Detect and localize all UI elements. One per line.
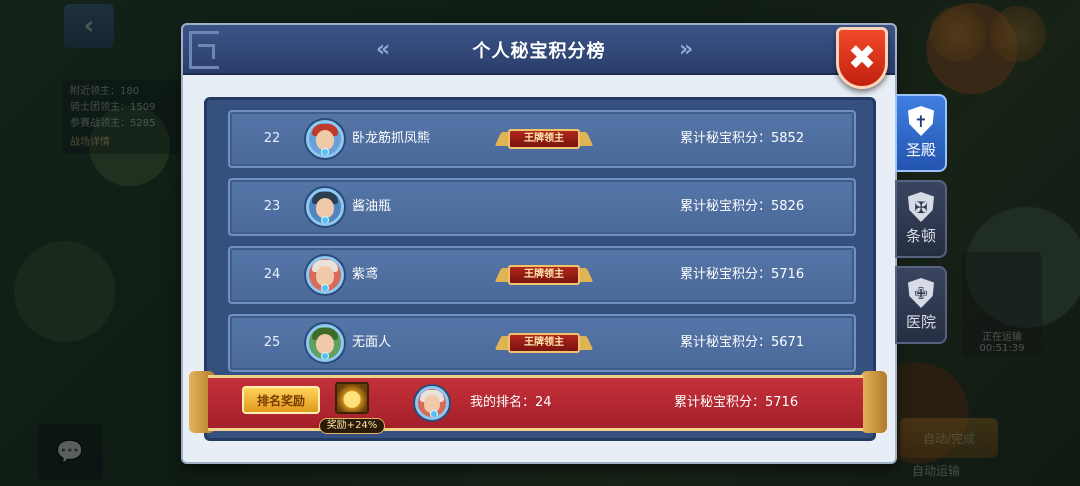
- ranking-row[interactable]: 23 酱油瓶 累计秘宝积分：5826: [228, 178, 856, 236]
- avatar-face: [316, 266, 334, 286]
- avatar-level-badge-icon: [321, 148, 329, 155]
- next-page-arrow-icon[interactable]: »: [679, 37, 693, 62]
- avatar-face: [316, 198, 334, 218]
- teutonic-shield-icon: ✠: [908, 192, 934, 222]
- tab-teutonic[interactable]: ✠ 条顿: [895, 180, 947, 258]
- rank-number: 23: [263, 199, 281, 214]
- rank-number: 25: [263, 335, 281, 350]
- player-name: 酱油瓶: [352, 199, 392, 214]
- player-avatar[interactable]: [306, 324, 344, 362]
- ranking-reward-label: 排名奖励: [256, 393, 305, 408]
- avatar-level-badge-icon: [321, 284, 329, 291]
- avatar-face: [316, 130, 334, 150]
- badge-label: 王牌领主: [508, 333, 580, 353]
- tab-hospitaller[interactable]: ✙ 医院: [895, 266, 947, 344]
- ace-lord-badge: 王牌领主: [494, 332, 594, 354]
- avatar-face: [316, 334, 334, 354]
- player-score: 累计秘宝积分：5671: [680, 335, 805, 350]
- tab-glyph: ✙: [914, 283, 928, 303]
- player-name: 紫鸢: [352, 267, 379, 282]
- reward-bonus: 奖励+24%: [319, 418, 385, 434]
- avatar-level-badge-icon: [321, 352, 329, 359]
- tab-glyph: ✝: [914, 111, 928, 131]
- ribbon-scroll-end: [861, 371, 887, 433]
- tab-glyph: ✠: [914, 197, 928, 217]
- treasure-chest-icon[interactable]: [335, 382, 369, 414]
- player-avatar[interactable]: [306, 120, 344, 158]
- ranking-row[interactable]: 25 无面人 王牌领主 累计秘宝积分：5671: [228, 314, 856, 372]
- tab-label: 圣殿: [905, 141, 936, 159]
- player-name: 卧龙筋抓凤熊: [352, 131, 431, 146]
- rank-number: 22: [263, 131, 281, 146]
- hospitaller-shield-icon: ✙: [908, 278, 934, 308]
- player-score: 累计秘宝积分：5852: [680, 131, 805, 146]
- badge-label: 王牌领主: [508, 129, 580, 149]
- avatar-level-badge-icon: [430, 410, 438, 417]
- badge-label: 王牌领主: [508, 265, 580, 285]
- avatar-level-badge-icon: [321, 216, 329, 223]
- panel-header: « 个人秘宝积分榜 »: [183, 25, 895, 75]
- ranking-reward-button[interactable]: 排名奖励: [242, 386, 320, 414]
- player-avatar[interactable]: [306, 256, 344, 294]
- player-score: 累计秘宝积分：5826: [680, 199, 805, 214]
- tab-templar[interactable]: ✝ 圣殿: [895, 94, 947, 172]
- rank-number: 24: [263, 267, 281, 282]
- templar-shield-icon: ✝: [908, 106, 934, 136]
- close-icon: ✖: [847, 38, 877, 78]
- close-button[interactable]: ✖: [836, 27, 888, 89]
- tab-label: 医院: [905, 313, 936, 331]
- my-avatar[interactable]: [415, 386, 449, 420]
- player-avatar[interactable]: [306, 188, 344, 226]
- leaderboard-panel: « 个人秘宝积分榜 » 22 卧龙筋抓凤熊 王牌领主 累计秘宝积分：5852 2…: [183, 25, 895, 462]
- panel-title: 个人秘宝积分榜: [472, 41, 606, 62]
- my-rank-bar: 排名奖励 奖励+24% 我的排名：24 累计秘宝积分：5716: [208, 375, 863, 434]
- player-name: 无面人: [352, 335, 392, 350]
- ace-lord-badge: 王牌领主: [494, 128, 594, 150]
- my-rank-text: 我的排名：24: [470, 395, 552, 410]
- ranking-row[interactable]: 24 紫鸢 王牌领主 累计秘宝积分：5716: [228, 246, 856, 304]
- tab-label: 条顿: [905, 227, 936, 245]
- player-score: 累计秘宝积分：5716: [680, 267, 805, 282]
- my-score-text: 累计秘宝积分：5716: [674, 395, 799, 410]
- ranking-row[interactable]: 22 卧龙筋抓凤熊 王牌领主 累计秘宝积分：5852: [228, 110, 856, 168]
- ace-lord-badge: 王牌领主: [494, 264, 594, 286]
